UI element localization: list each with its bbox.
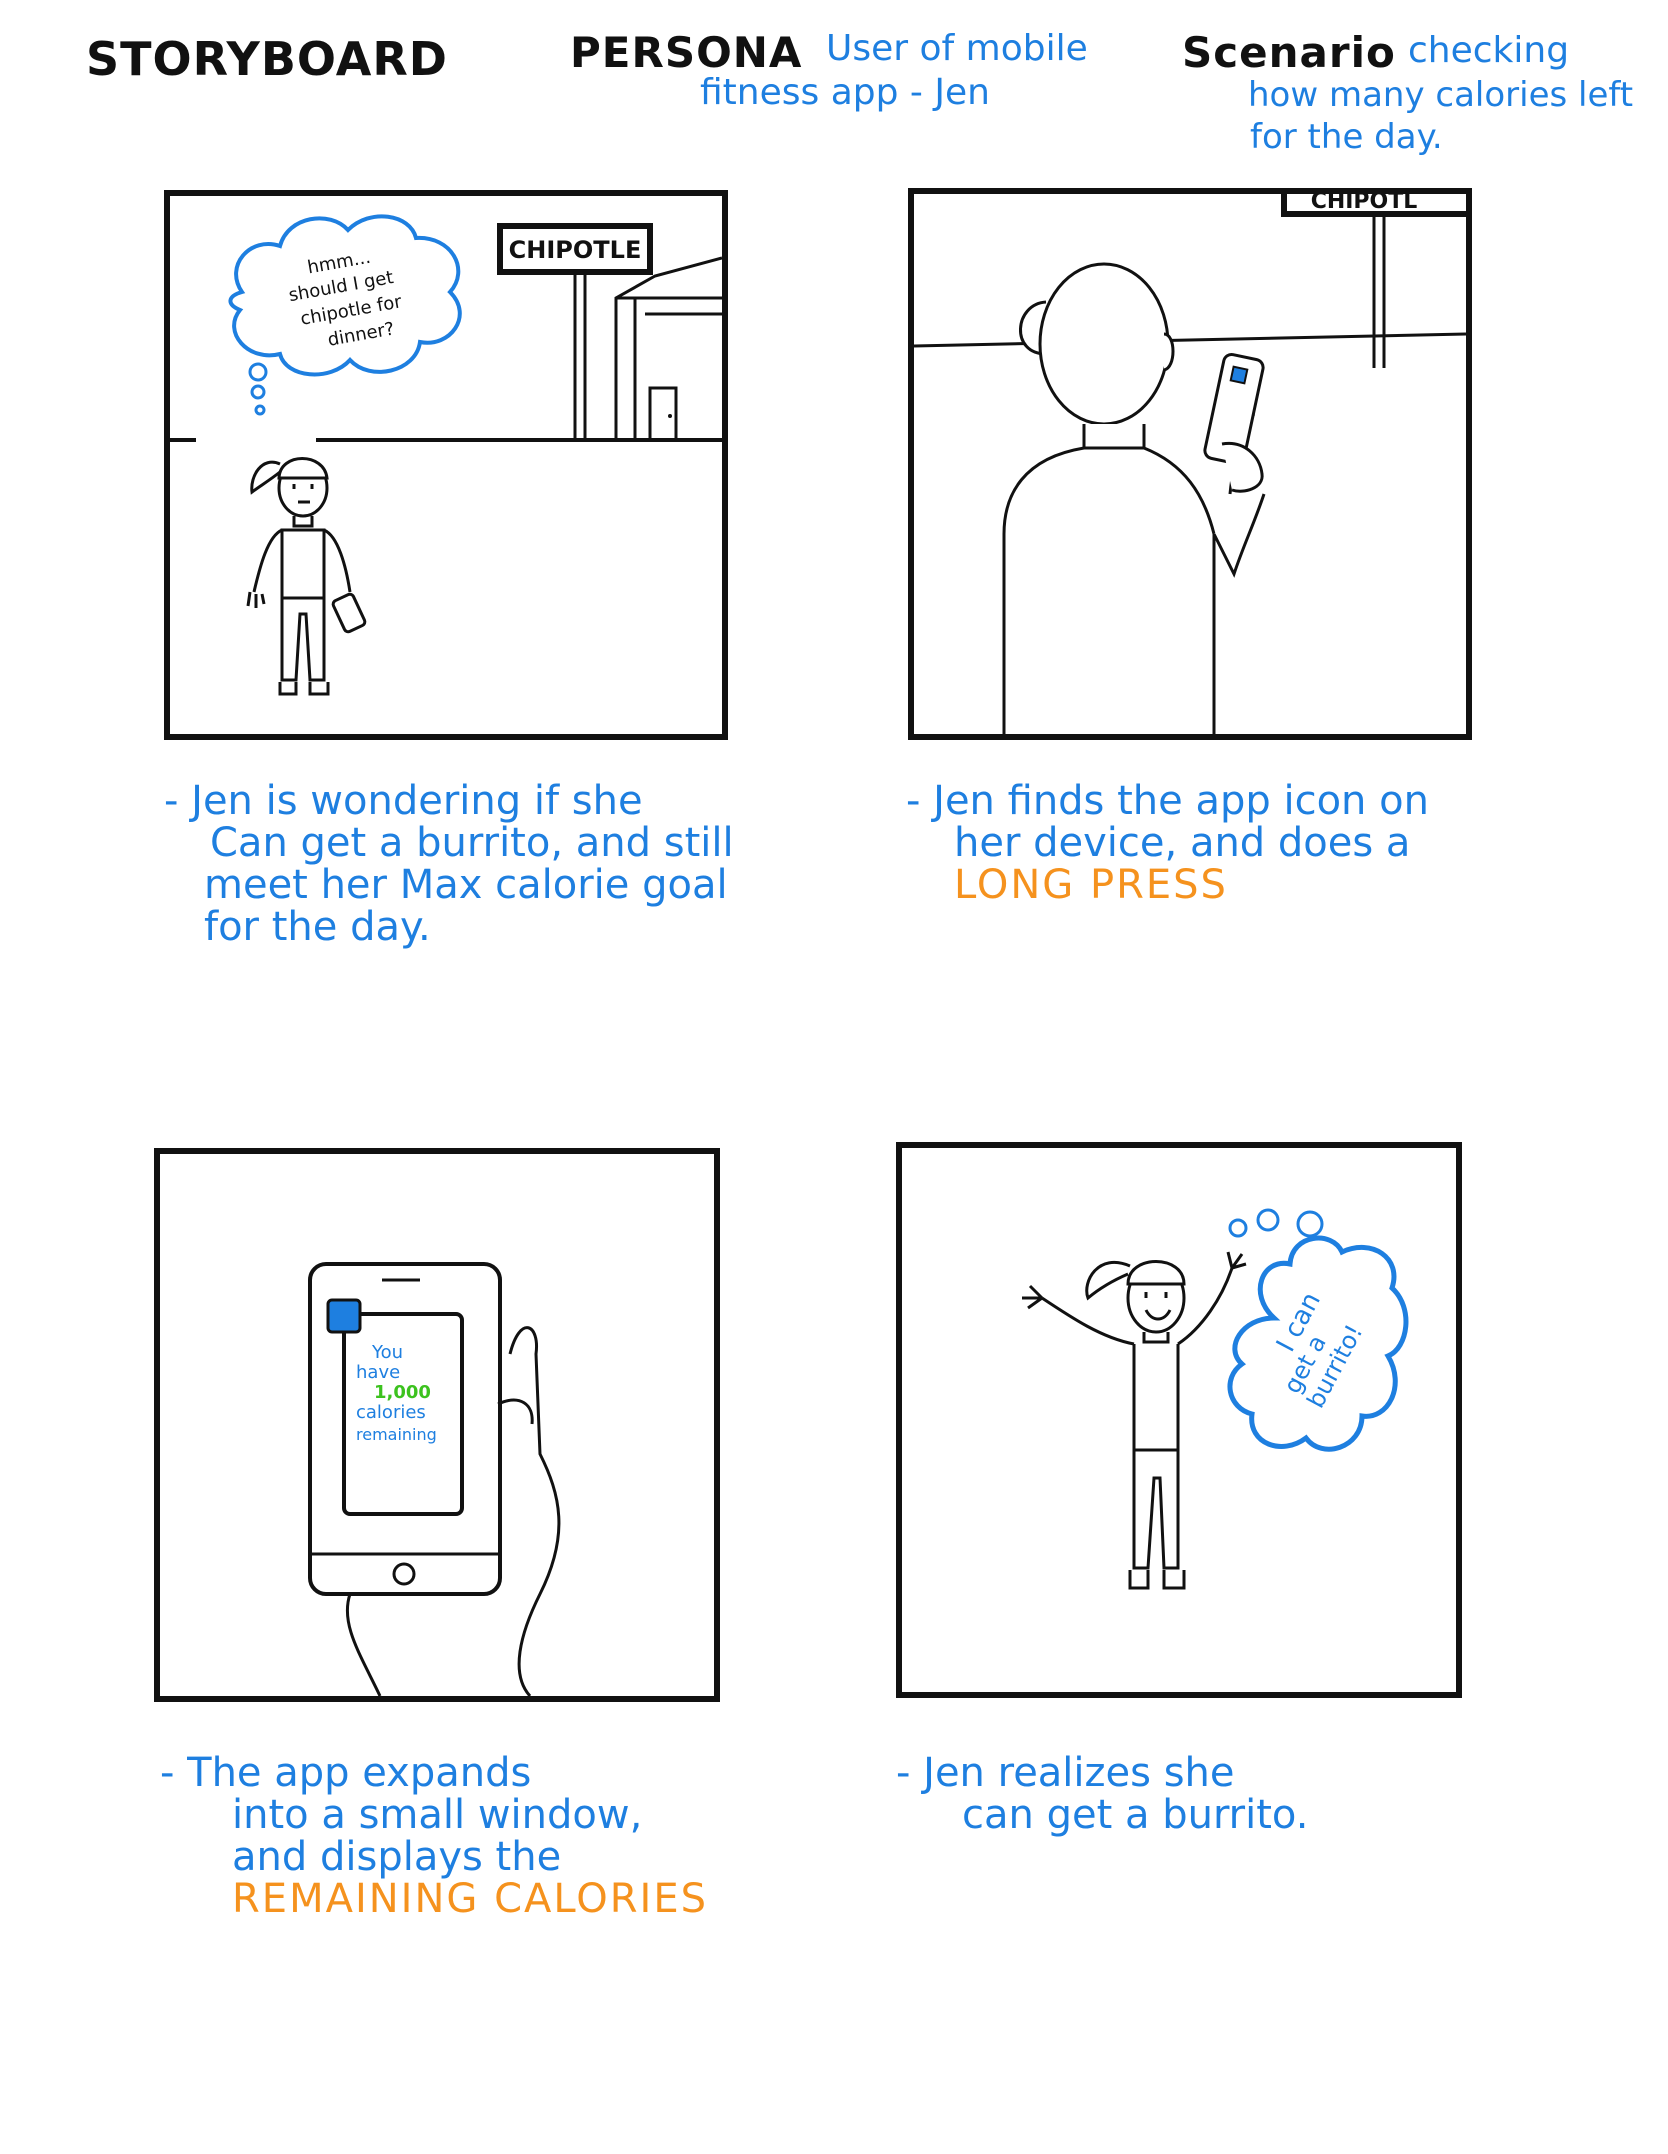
screen-line-4: remaining (356, 1425, 437, 1444)
screen-line-2: have (356, 1362, 400, 1383)
scenario-value-line1: checking (1408, 30, 1570, 71)
panel-2-caption: - Jen finds the app icon on her device, … (906, 780, 1429, 906)
page-title: STORYBOARD (86, 32, 448, 86)
screen-number: 1,000 (374, 1382, 431, 1403)
person-jen-happy (1022, 1251, 1247, 1590)
storyboard-panel-1: CHIPOTLE hmm... should I get chipotle fo… (164, 190, 728, 740)
panel-4-drawing: I can get a burrito! (1022, 1208, 1409, 1590)
caption-line: into a small window, (232, 1792, 643, 1838)
panel-4-caption: - Jen realizes she can get a burrito. (896, 1752, 1308, 1836)
caption-line: - Jen realizes she (896, 1750, 1235, 1796)
scenario-value-line3: for the day. (1250, 117, 1443, 157)
panel-1-drawing: CHIPOTLE hmm... should I get chipotle fo… (170, 214, 722, 696)
caption-line: can get a burrito. (962, 1792, 1309, 1838)
caption-line: - Jen is wondering if she (164, 778, 643, 824)
caption-line: for the day. (204, 904, 431, 950)
chipotle-sign-text: CHIPOTLE (509, 236, 642, 264)
storyboard-panel-2: CHIPOTL (908, 188, 1472, 740)
panel-2-drawing: CHIPOTL (914, 194, 1466, 734)
hand (508, 1326, 561, 1696)
caption-line: her device, and does a (954, 820, 1411, 866)
screen-line-1: You (371, 1342, 403, 1363)
door (648, 386, 678, 442)
persona-label: PERSONA (570, 28, 803, 77)
building (614, 256, 722, 440)
persona-value-line2: fitness app - Jen (700, 72, 990, 113)
caption-highlight: REMAINING CALORIES (232, 1876, 708, 1922)
chipotle-sign-text: CHIPOTL (1311, 194, 1418, 214)
caption-line: - Jen finds the app icon on (906, 778, 1429, 824)
app-icon (326, 1298, 362, 1334)
caption-line: - The app expands (160, 1750, 532, 1796)
storyboard-panel-3: You have 1,000 calories remaining (154, 1148, 720, 1702)
persona-value-line1: User of mobile (826, 28, 1088, 69)
caption-highlight: LONG PRESS (954, 862, 1228, 908)
screen-line-3: calories (356, 1402, 426, 1423)
scenario-value-line2: how many calories left (1248, 75, 1634, 115)
caption-line: Can get a burrito, and still (210, 820, 734, 866)
person-jen (246, 457, 367, 696)
panel-3-caption: - The app expands into a small window, a… (160, 1752, 708, 1920)
scenario-label: Scenario (1182, 28, 1396, 77)
caption-line: and displays the (232, 1834, 562, 1880)
panel-1-caption: - Jen is wondering if she Can get a burr… (164, 780, 734, 948)
caption-line: meet her Max calorie goal (204, 862, 728, 908)
panel-3-drawing: You have 1,000 calories remaining (308, 1262, 561, 1696)
storyboard-panel-4: I can get a burrito! (896, 1142, 1462, 1698)
person-jen-back (1002, 262, 1266, 734)
